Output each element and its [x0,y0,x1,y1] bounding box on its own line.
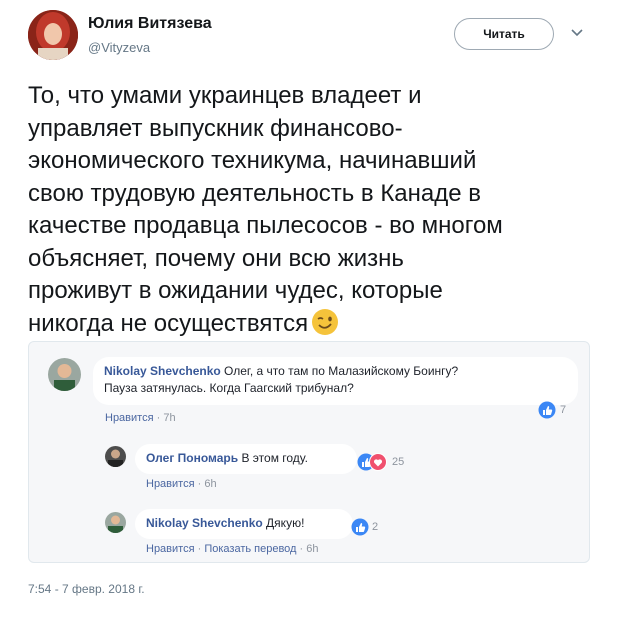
reaction-summary: 2 [351,518,378,536]
comment-author: Nikolay Shevchenko [146,516,263,530]
avatar [105,446,126,467]
wink-emoji-icon [311,308,339,336]
translate-link: Показать перевод [204,543,297,555]
like-link: Нравится [146,478,195,490]
tweet-line: объясняет, почему они всю жизнь [28,244,404,272]
comment-text: В этом году. [238,451,308,465]
author-avatar[interactable] [28,10,78,60]
tweet-text: То, что умами украинцев владеет и управл… [28,80,588,340]
embedded-image[interactable]: Nikolay Shevchenko Олег, а что там по Ма… [28,341,590,563]
reply-bubble: Nikolay Shevchenko Дякую! [135,509,353,539]
comment-text: Дякую! [262,516,305,530]
comment-bubble: Nikolay Shevchenko Олег, а что там по Ма… [93,357,578,405]
comment-text: Олег, а что там по Малазийскому Боингу? [220,364,459,378]
tweet-line-text: никогда не осуществятся [28,309,309,337]
comment-time: 6h [204,478,217,490]
tweet-line: свою трудовую деятельность в Канаде в [28,179,482,207]
comment-meta: Нравится · 7h [105,412,176,424]
author-handle[interactable]: @Vityzeva [88,40,150,55]
comment-meta: Нравится · Показать перевод · 6h [146,543,319,555]
tweet-line: управляет выпускник финансово- [28,114,403,142]
like-link: Нравится [146,543,195,555]
reaction-summary: 7 [538,401,566,419]
follow-button[interactable]: Читать [454,18,554,50]
reaction-summary: 25 [357,453,404,471]
comment-meta: Нравится · 6h [146,478,217,490]
like-reaction-icon [351,518,369,536]
comment-line: Пауза затянулась. Когда Гаагский трибуна… [104,381,354,395]
avatar [105,512,126,533]
tweet-timestamp[interactable]: 7:54 - 7 февр. 2018 г. [28,582,145,596]
reaction-count: 25 [392,456,405,468]
reaction-count: 7 [560,404,567,416]
tweet-line: То, что умами украинцев владеет и [28,82,422,109]
comment-time: 6h [306,543,319,555]
tweet-line-last: никогда не осуществятся [28,308,588,341]
comment-time: 7h [163,412,176,424]
comment-line: Nikolay Shevchenko Олег, а что там по Ма… [104,363,567,380]
like-link: Нравится [105,412,154,424]
reply-bubble: Олег Пономарь В этом году. [135,444,357,474]
tweet-line: качестве продавца пылесосов - во многом [28,212,503,239]
reaction-count: 2 [372,521,379,533]
chevron-down-icon[interactable] [570,26,584,40]
avatar [48,358,81,391]
comment-author: Nikolay Shevchenko [104,364,221,378]
comment-author: Олег Пономарь [146,451,239,465]
tweet-line: экономического техникума, начинавший [28,147,477,174]
tweet-line: проживут в ожидании чудес, которые [28,277,443,304]
author-name[interactable]: Юлия Витязева [88,15,212,33]
like-reaction-icon [538,401,556,419]
like-love-reactions-icon [357,453,387,471]
